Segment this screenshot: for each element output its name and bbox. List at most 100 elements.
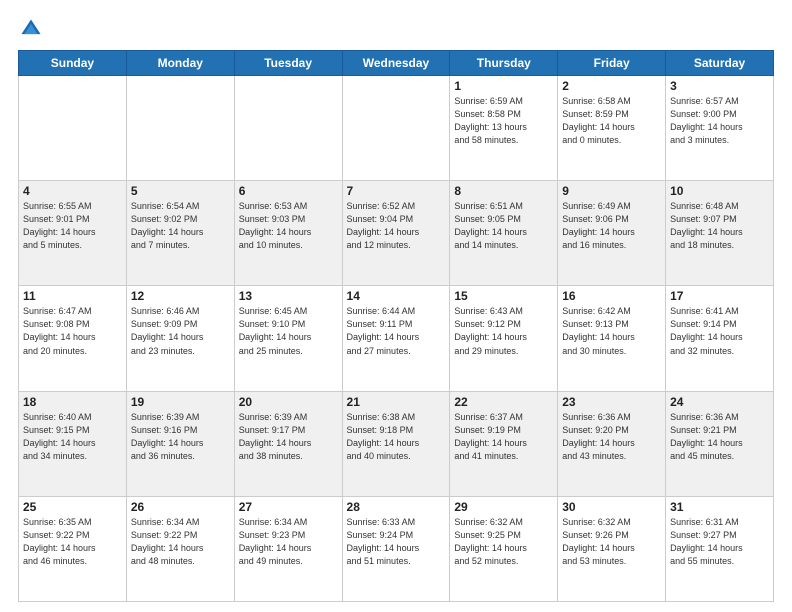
calendar-table: SundayMondayTuesdayWednesdayThursdayFrid…	[18, 50, 774, 602]
day-number: 23	[562, 395, 661, 409]
day-number: 4	[23, 184, 122, 198]
day-info: Sunrise: 6:39 AM Sunset: 9:17 PM Dayligh…	[239, 411, 338, 463]
day-number: 18	[23, 395, 122, 409]
day-info: Sunrise: 6:51 AM Sunset: 9:05 PM Dayligh…	[454, 200, 553, 252]
day-number: 28	[347, 500, 446, 514]
calendar-cell: 2 Sunrise: 6:58 AM Sunset: 8:59 PM Daylig…	[558, 76, 666, 181]
col-header-tuesday: Tuesday	[234, 51, 342, 76]
day-number: 26	[131, 500, 230, 514]
day-number: 8	[454, 184, 553, 198]
day-number: 9	[562, 184, 661, 198]
calendar-cell: 9 Sunrise: 6:49 AM Sunset: 9:06 PM Daylig…	[558, 181, 666, 286]
day-number: 14	[347, 289, 446, 303]
day-number: 29	[454, 500, 553, 514]
col-header-friday: Friday	[558, 51, 666, 76]
page: SundayMondayTuesdayWednesdayThursdayFrid…	[0, 0, 792, 612]
calendar-cell: 12 Sunrise: 6:46 AM Sunset: 9:09 PM Dayli…	[126, 286, 234, 391]
calendar-cell: 17 Sunrise: 6:41 AM Sunset: 9:14 PM Dayli…	[666, 286, 774, 391]
calendar-cell: 5 Sunrise: 6:54 AM Sunset: 9:02 PM Daylig…	[126, 181, 234, 286]
week-row-2: 4 Sunrise: 6:55 AM Sunset: 9:01 PM Daylig…	[19, 181, 774, 286]
day-number: 24	[670, 395, 769, 409]
calendar-cell: 19 Sunrise: 6:39 AM Sunset: 9:16 PM Dayli…	[126, 391, 234, 496]
col-header-sunday: Sunday	[19, 51, 127, 76]
calendar-cell: 4 Sunrise: 6:55 AM Sunset: 9:01 PM Daylig…	[19, 181, 127, 286]
day-info: Sunrise: 6:39 AM Sunset: 9:16 PM Dayligh…	[131, 411, 230, 463]
day-info: Sunrise: 6:34 AM Sunset: 9:23 PM Dayligh…	[239, 516, 338, 568]
calendar-header-row: SundayMondayTuesdayWednesdayThursdayFrid…	[19, 51, 774, 76]
week-row-4: 18 Sunrise: 6:40 AM Sunset: 9:15 PM Dayli…	[19, 391, 774, 496]
day-info: Sunrise: 6:46 AM Sunset: 9:09 PM Dayligh…	[131, 305, 230, 357]
calendar-cell: 18 Sunrise: 6:40 AM Sunset: 9:15 PM Dayli…	[19, 391, 127, 496]
day-number: 19	[131, 395, 230, 409]
day-info: Sunrise: 6:40 AM Sunset: 9:15 PM Dayligh…	[23, 411, 122, 463]
calendar-cell: 1Sunrise: 6:59 AM Sunset: 8:58 PM Daylig…	[450, 76, 558, 181]
day-number: 6	[239, 184, 338, 198]
day-number: 20	[239, 395, 338, 409]
calendar-cell: 30 Sunrise: 6:32 AM Sunset: 9:26 PM Dayli…	[558, 496, 666, 601]
day-number: 1	[454, 79, 553, 93]
calendar-cell: 26Sunrise: 6:34 AM Sunset: 9:22 PM Dayli…	[126, 496, 234, 601]
header	[18, 18, 774, 40]
day-info: Sunrise: 6:42 AM Sunset: 9:13 PM Dayligh…	[562, 305, 661, 357]
logo	[18, 18, 44, 40]
day-number: 22	[454, 395, 553, 409]
week-row-1: 1Sunrise: 6:59 AM Sunset: 8:58 PM Daylig…	[19, 76, 774, 181]
day-info: Sunrise: 6:36 AM Sunset: 9:21 PM Dayligh…	[670, 411, 769, 463]
calendar-cell	[342, 76, 450, 181]
day-number: 17	[670, 289, 769, 303]
calendar-cell: 21 Sunrise: 6:38 AM Sunset: 9:18 PM Dayli…	[342, 391, 450, 496]
day-info: Sunrise: 6:32 AM Sunset: 9:25 PM Dayligh…	[454, 516, 553, 568]
day-info: Sunrise: 6:54 AM Sunset: 9:02 PM Dayligh…	[131, 200, 230, 252]
calendar-cell: 7Sunrise: 6:52 AM Sunset: 9:04 PM Daylig…	[342, 181, 450, 286]
day-number: 15	[454, 289, 553, 303]
day-number: 25	[23, 500, 122, 514]
day-info: Sunrise: 6:55 AM Sunset: 9:01 PM Dayligh…	[23, 200, 122, 252]
day-info: Sunrise: 6:49 AM Sunset: 9:06 PM Dayligh…	[562, 200, 661, 252]
day-number: 7	[347, 184, 446, 198]
calendar-cell: 8 Sunrise: 6:51 AM Sunset: 9:05 PM Daylig…	[450, 181, 558, 286]
calendar-cell: 24 Sunrise: 6:36 AM Sunset: 9:21 PM Dayli…	[666, 391, 774, 496]
calendar-cell: 15 Sunrise: 6:43 AM Sunset: 9:12 PM Dayli…	[450, 286, 558, 391]
day-info: Sunrise: 6:35 AM Sunset: 9:22 PM Dayligh…	[23, 516, 122, 568]
calendar-cell: 16Sunrise: 6:42 AM Sunset: 9:13 PM Dayli…	[558, 286, 666, 391]
calendar-cell	[19, 76, 127, 181]
day-info: Sunrise: 6:41 AM Sunset: 9:14 PM Dayligh…	[670, 305, 769, 357]
col-header-wednesday: Wednesday	[342, 51, 450, 76]
day-number: 5	[131, 184, 230, 198]
day-info: Sunrise: 6:32 AM Sunset: 9:26 PM Dayligh…	[562, 516, 661, 568]
day-info: Sunrise: 6:31 AM Sunset: 9:27 PM Dayligh…	[670, 516, 769, 568]
day-number: 21	[347, 395, 446, 409]
calendar-cell: 10 Sunrise: 6:48 AM Sunset: 9:07 PM Dayli…	[666, 181, 774, 286]
day-number: 10	[670, 184, 769, 198]
day-number: 2	[562, 79, 661, 93]
day-info: Sunrise: 6:33 AM Sunset: 9:24 PM Dayligh…	[347, 516, 446, 568]
calendar-cell: 29 Sunrise: 6:32 AM Sunset: 9:25 PM Dayli…	[450, 496, 558, 601]
calendar-cell: 27 Sunrise: 6:34 AM Sunset: 9:23 PM Dayli…	[234, 496, 342, 601]
day-number: 30	[562, 500, 661, 514]
day-info: Sunrise: 6:53 AM Sunset: 9:03 PM Dayligh…	[239, 200, 338, 252]
col-header-thursday: Thursday	[450, 51, 558, 76]
calendar-cell: 20 Sunrise: 6:39 AM Sunset: 9:17 PM Dayli…	[234, 391, 342, 496]
calendar-cell	[126, 76, 234, 181]
calendar-cell: 31 Sunrise: 6:31 AM Sunset: 9:27 PM Dayli…	[666, 496, 774, 601]
day-info: Sunrise: 6:48 AM Sunset: 9:07 PM Dayligh…	[670, 200, 769, 252]
day-info: Sunrise: 6:37 AM Sunset: 9:19 PM Dayligh…	[454, 411, 553, 463]
day-number: 31	[670, 500, 769, 514]
day-number: 3	[670, 79, 769, 93]
day-info: Sunrise: 6:38 AM Sunset: 9:18 PM Dayligh…	[347, 411, 446, 463]
day-number: 12	[131, 289, 230, 303]
day-info: Sunrise: 6:58 AM Sunset: 8:59 PM Dayligh…	[562, 95, 661, 147]
calendar-cell: 3 Sunrise: 6:57 AM Sunset: 9:00 PM Daylig…	[666, 76, 774, 181]
calendar-cell: 22 Sunrise: 6:37 AM Sunset: 9:19 PM Dayli…	[450, 391, 558, 496]
calendar-cell: 13Sunrise: 6:45 AM Sunset: 9:10 PM Dayli…	[234, 286, 342, 391]
day-number: 11	[23, 289, 122, 303]
day-info: Sunrise: 6:43 AM Sunset: 9:12 PM Dayligh…	[454, 305, 553, 357]
calendar-cell: 25 Sunrise: 6:35 AM Sunset: 9:22 PM Dayli…	[19, 496, 127, 601]
day-info: Sunrise: 6:47 AM Sunset: 9:08 PM Dayligh…	[23, 305, 122, 357]
day-info: Sunrise: 6:57 AM Sunset: 9:00 PM Dayligh…	[670, 95, 769, 147]
calendar-cell: 14Sunrise: 6:44 AM Sunset: 9:11 PM Dayli…	[342, 286, 450, 391]
day-info: Sunrise: 6:36 AM Sunset: 9:20 PM Dayligh…	[562, 411, 661, 463]
day-number: 27	[239, 500, 338, 514]
week-row-5: 25 Sunrise: 6:35 AM Sunset: 9:22 PM Dayli…	[19, 496, 774, 601]
col-header-saturday: Saturday	[666, 51, 774, 76]
